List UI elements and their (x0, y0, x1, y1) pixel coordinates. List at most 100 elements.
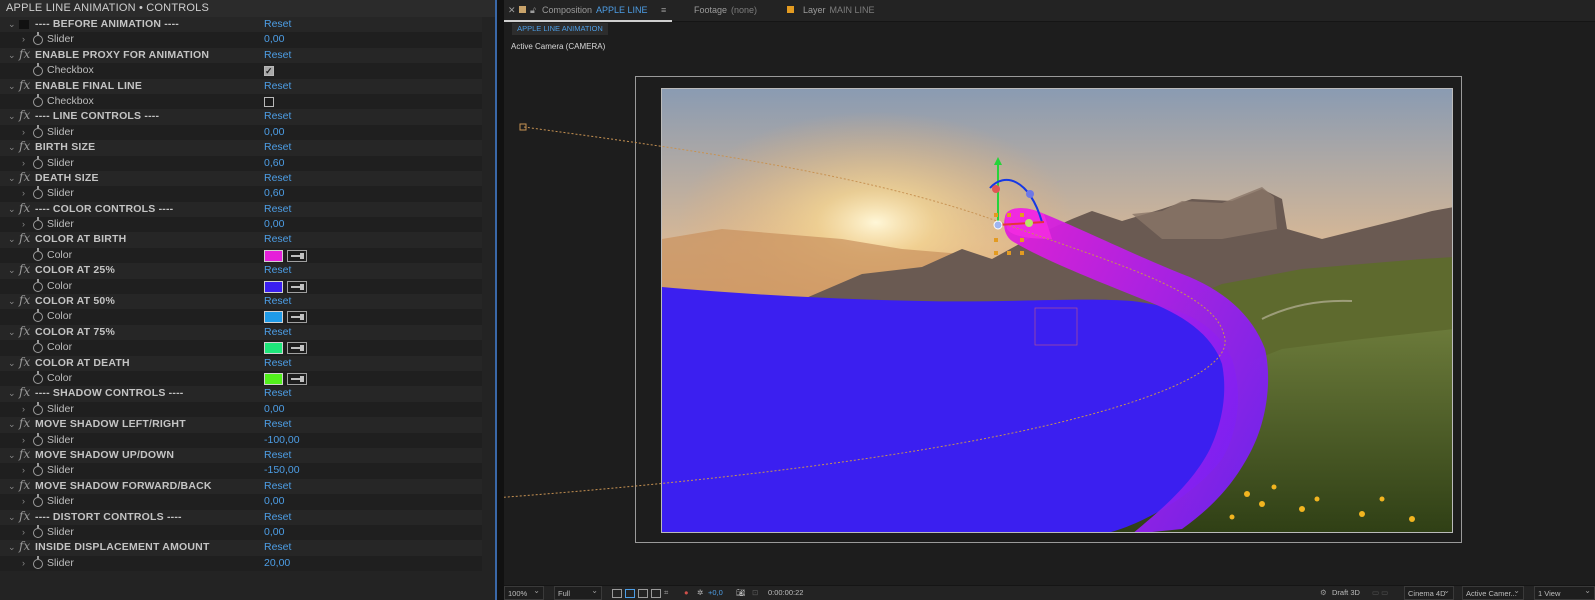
fx-icon[interactable]: fx (19, 201, 30, 216)
fx-icon[interactable]: fx (19, 139, 30, 154)
chevron-down-icon[interactable]: ⌄ (8, 417, 16, 432)
chevron-right-icon[interactable]: › (22, 556, 25, 571)
fx-icon[interactable]: fx (19, 416, 30, 431)
fx-icon[interactable]: fx (19, 539, 30, 554)
reset-button[interactable]: Reset (264, 79, 291, 94)
stopwatch-icon[interactable] (33, 93, 43, 107)
reset-button[interactable]: Reset (264, 17, 291, 32)
stopwatch-icon[interactable] (33, 278, 43, 292)
slider-value[interactable]: 20,00 (264, 556, 290, 571)
renderer-dropdown[interactable]: Cinema 4D (1404, 584, 1454, 600)
current-time[interactable]: 0:00:00:22 (768, 586, 803, 600)
chevron-right-icon[interactable]: › (22, 525, 25, 540)
chevron-down-icon[interactable]: ⌄ (8, 448, 16, 463)
stopwatch-icon[interactable] (33, 124, 43, 138)
channel-icon[interactable]: ⌗ (664, 586, 668, 600)
reset-button[interactable]: Reset (264, 510, 291, 525)
stopwatch-icon[interactable] (33, 32, 43, 46)
fx-icon[interactable]: fx (19, 231, 30, 246)
stopwatch-icon[interactable] (33, 370, 43, 384)
param-checkbox[interactable] (264, 96, 274, 107)
slider-value[interactable]: -150,00 (264, 463, 300, 478)
stopwatch-icon[interactable] (33, 401, 43, 415)
reset-button[interactable]: Reset (264, 448, 291, 463)
slider-value[interactable]: 0,00 (264, 217, 284, 232)
reset-button[interactable]: Reset (264, 232, 291, 247)
stopwatch-icon[interactable] (33, 555, 43, 569)
draft-3d-label[interactable]: Draft 3D (1332, 586, 1360, 600)
slider-value[interactable]: 0,00 (264, 125, 284, 140)
motion-path[interactable] (504, 126, 1226, 498)
mask-visibility-icon[interactable] (638, 589, 648, 598)
reset-button[interactable]: Reset (264, 171, 291, 186)
reset-button[interactable]: Reset (264, 109, 291, 124)
chevron-right-icon[interactable]: › (22, 402, 25, 417)
eyedropper-icon[interactable] (287, 280, 307, 293)
slider-value[interactable]: -100,00 (264, 433, 300, 448)
reset-button[interactable]: Reset (264, 386, 291, 401)
fx-icon[interactable]: fx (19, 355, 30, 370)
stopwatch-icon[interactable] (33, 155, 43, 169)
fx-icon[interactable]: fx (19, 108, 30, 123)
slider-value[interactable]: 0,00 (264, 32, 284, 47)
chevron-down-icon[interactable]: ⌄ (8, 356, 16, 371)
region-of-interest-icon[interactable] (612, 589, 622, 598)
chevron-right-icon[interactable]: › (22, 217, 25, 232)
chevron-down-icon[interactable]: ⌄ (8, 510, 16, 525)
exposure-value[interactable]: +0,0 (708, 586, 723, 600)
reset-button[interactable]: Reset (264, 140, 291, 155)
snapshot-icon[interactable]: 📷︎ (736, 586, 746, 600)
color-swatch[interactable] (264, 342, 283, 355)
color-management-icon[interactable]: ● (684, 586, 689, 600)
extended-viewer-icon[interactable]: ▭ ▭ (1372, 586, 1388, 600)
chevron-right-icon[interactable]: › (22, 186, 25, 201)
reset-button[interactable]: Reset (264, 417, 291, 432)
guides-icon[interactable] (651, 589, 661, 598)
chevron-down-icon[interactable]: ⌄ (8, 263, 16, 278)
eyedropper-icon[interactable] (287, 342, 307, 355)
chevron-right-icon[interactable]: › (22, 494, 25, 509)
chevron-right-icon[interactable]: › (22, 463, 25, 478)
reset-button[interactable]: Reset (264, 48, 291, 63)
fx-icon[interactable]: fx (19, 385, 30, 400)
stopwatch-icon[interactable] (33, 217, 43, 231)
fx-icon[interactable]: fx (19, 478, 30, 493)
fx-icon[interactable]: fx (19, 324, 30, 339)
stopwatch-icon[interactable] (33, 494, 43, 508)
fx-icon[interactable]: fx (19, 293, 30, 308)
stopwatch-icon[interactable] (33, 524, 43, 538)
slider-value[interactable]: 0,00 (264, 525, 284, 540)
fx-icon[interactable]: fx (19, 509, 30, 524)
chevron-down-icon[interactable]: ⌄ (8, 109, 16, 124)
chevron-right-icon[interactable]: › (22, 433, 25, 448)
color-swatch[interactable] (264, 249, 283, 262)
slider-value[interactable]: 0,60 (264, 186, 284, 201)
chevron-down-icon[interactable]: ⌄ (8, 386, 16, 401)
reset-button[interactable]: Reset (264, 540, 291, 555)
chevron-down-icon[interactable]: ⌄ (8, 140, 16, 155)
zoom-dropdown[interactable]: 100% (504, 584, 544, 600)
chevron-down-icon[interactable]: ⌄ (8, 48, 16, 63)
chevron-down-icon[interactable]: ⌄ (8, 79, 16, 94)
reset-button[interactable]: Reset (264, 479, 291, 494)
param-checkbox[interactable] (264, 64, 274, 80)
color-swatch[interactable] (264, 280, 283, 293)
reset-button[interactable]: Reset (264, 294, 291, 309)
show-snapshot-icon[interactable]: ⊡ (752, 586, 758, 600)
fx-icon[interactable]: fx (19, 78, 30, 93)
reset-button[interactable]: Reset (264, 202, 291, 217)
eyedropper-icon[interactable] (287, 311, 307, 324)
slider-value[interactable]: 0,60 (264, 156, 284, 171)
fx-icon[interactable]: fx (19, 170, 30, 185)
camera-dropdown[interactable]: Active Camer... (1462, 584, 1524, 600)
chevron-down-icon[interactable]: ⌄ (8, 171, 16, 186)
fx-disabled-icon[interactable] (19, 20, 29, 29)
reset-button[interactable]: Reset (264, 356, 291, 371)
slider-value[interactable]: 0,00 (264, 402, 284, 417)
chevron-down-icon[interactable]: ⌄ (8, 202, 16, 217)
transform-gizmo-icon[interactable] (989, 157, 1045, 255)
eyedropper-icon[interactable] (287, 249, 307, 262)
fx-icon[interactable]: fx (19, 262, 30, 277)
transparency-grid-icon[interactable] (625, 589, 635, 598)
view-layout-dropdown[interactable]: 1 View (1534, 584, 1595, 600)
